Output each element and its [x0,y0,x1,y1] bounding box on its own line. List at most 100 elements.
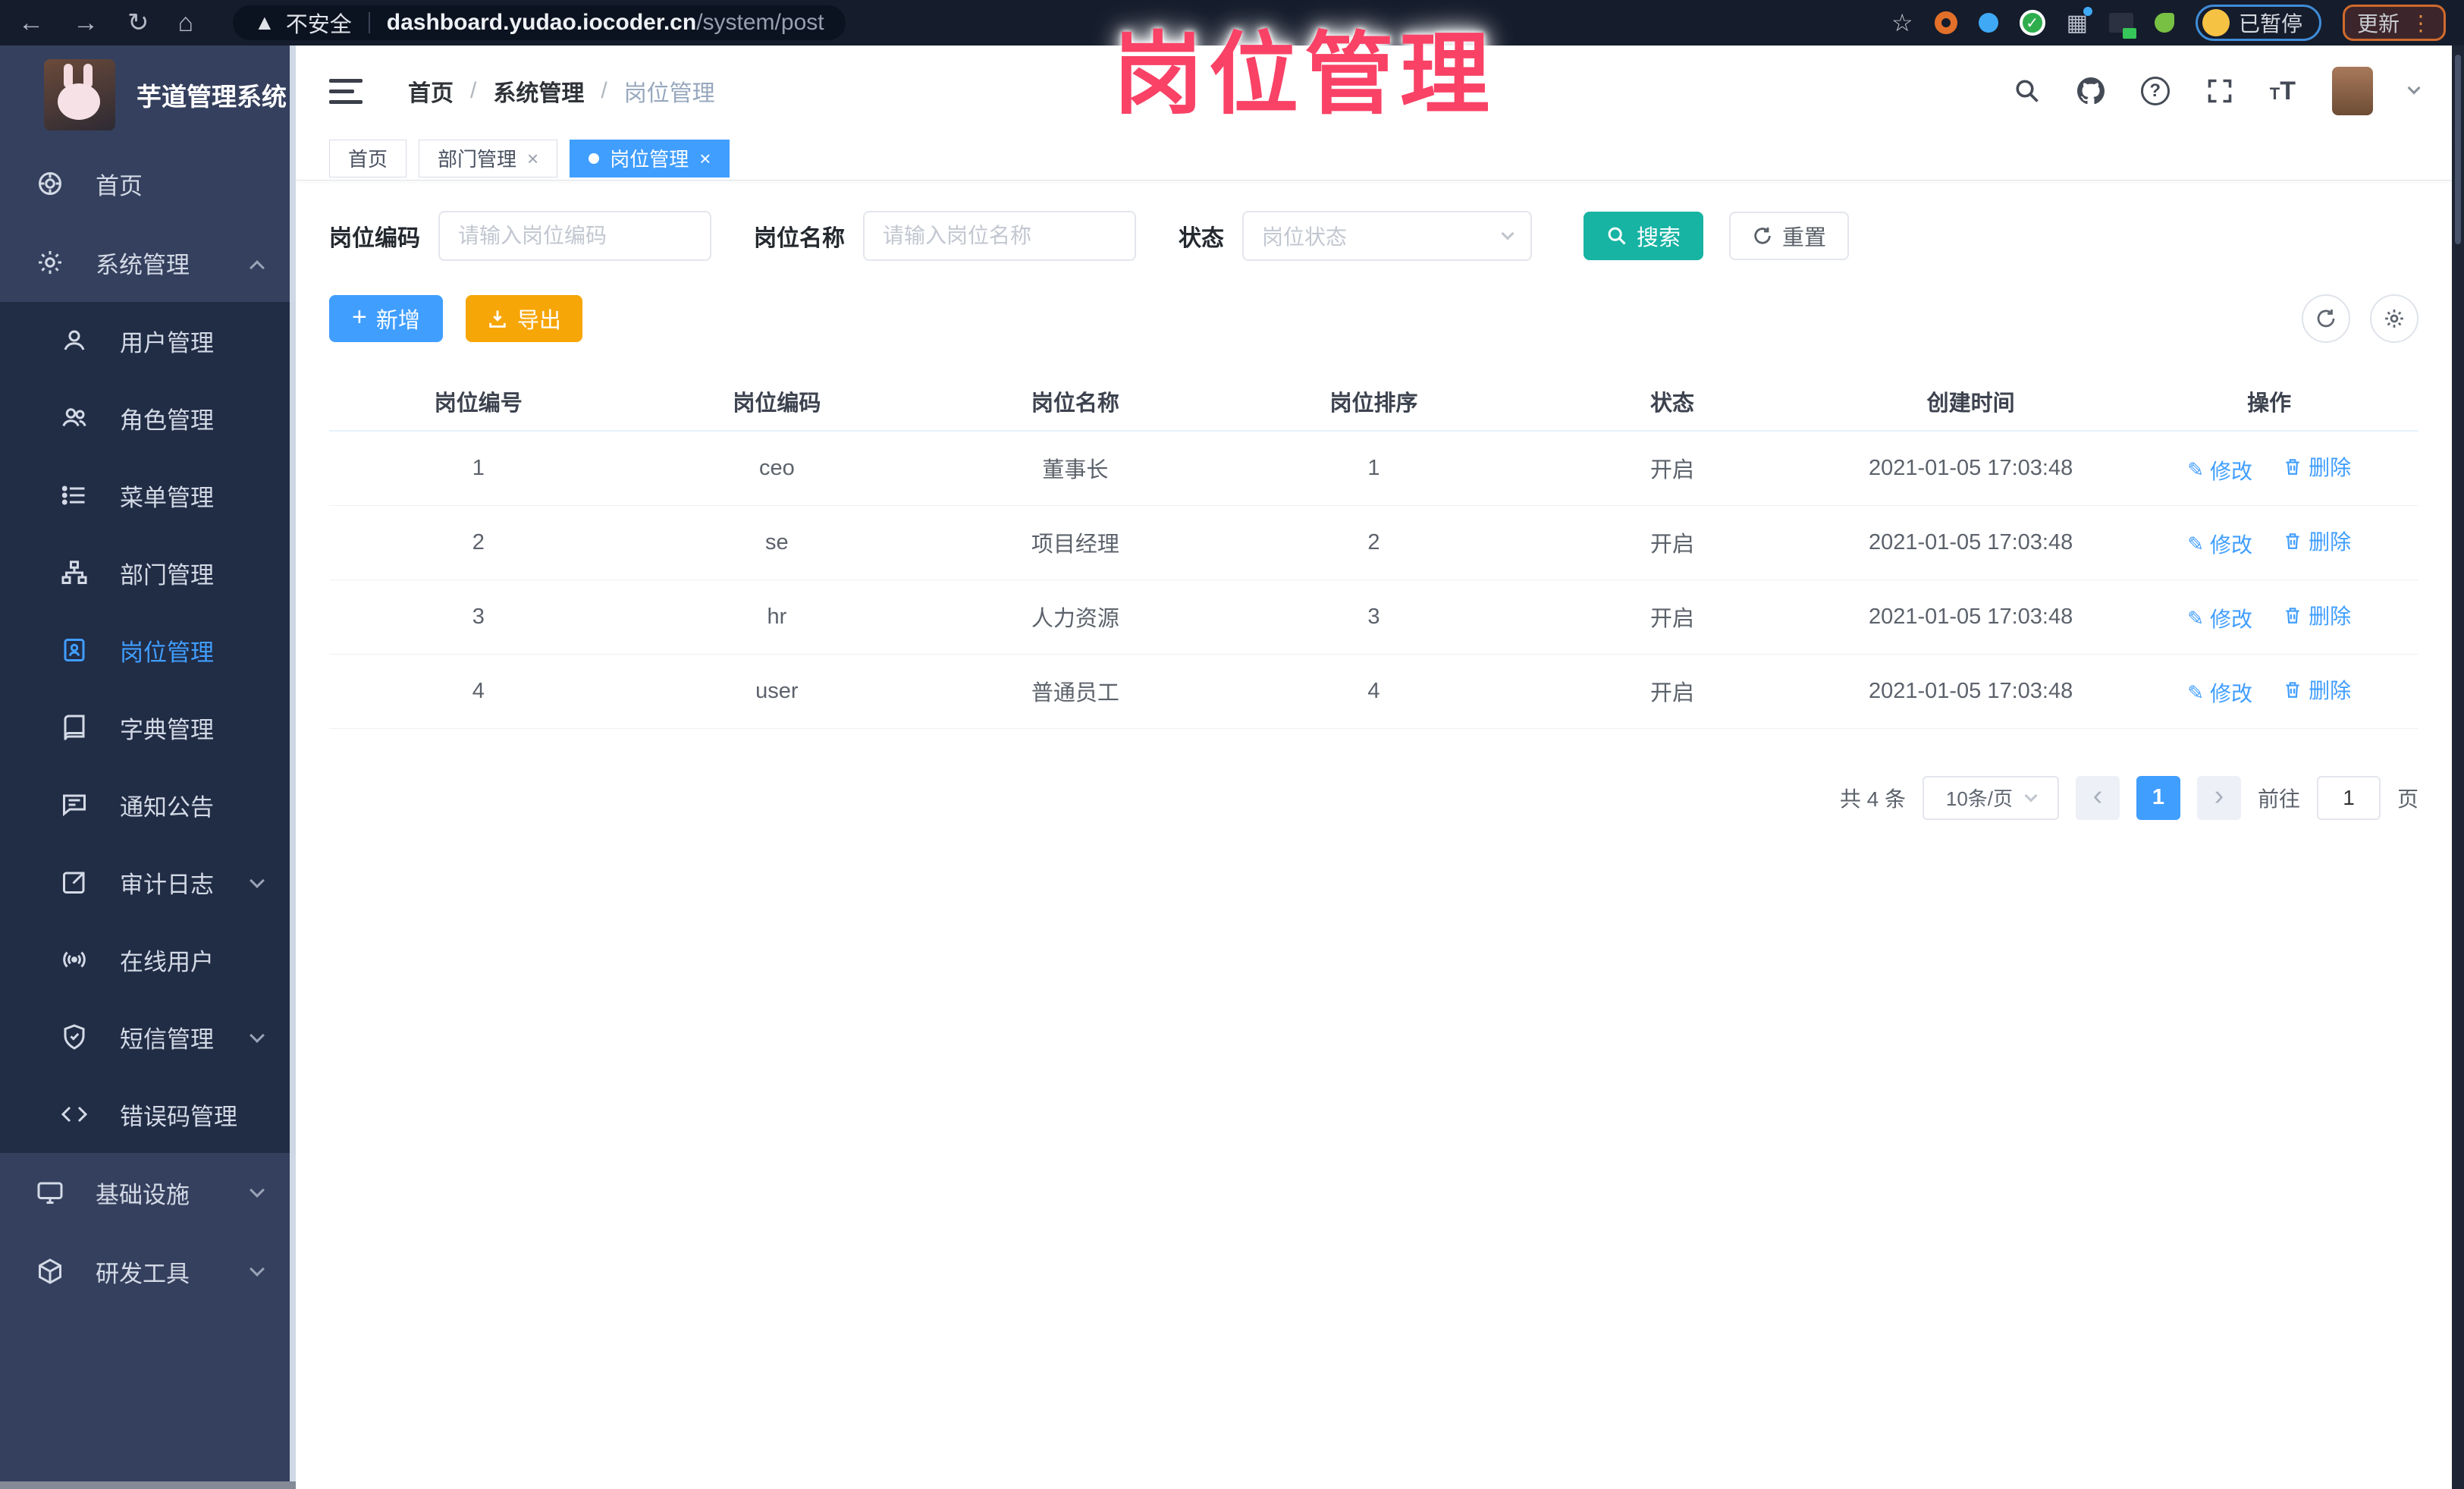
address-bar[interactable]: ▲ 不安全 dashboard.yudao.iocoder.cn /system… [233,5,846,40]
sidebar-item-notices[interactable]: 通知公告 [0,766,296,843]
export-button[interactable]: 导出 [465,295,582,342]
sidebar-item-roles[interactable]: 角色管理 [0,379,296,457]
goto-label: 前往 [2257,787,2300,811]
font-size-icon[interactable]: TT [2270,77,2296,106]
delete-link[interactable]: 删除 [2283,674,2351,705]
chevron-down-icon [250,873,265,888]
delete-label: 删除 [2309,529,2352,554]
trash-icon [2286,533,2299,549]
cell-id: 3 [329,580,628,655]
update-button[interactable]: 更新 ⋮ [2342,5,2446,41]
breadcrumb-system[interactable]: 系统管理 [493,74,584,108]
sidebar-item-depts[interactable]: 部门管理 [0,534,296,611]
github-icon[interactable] [2076,77,2105,105]
avatar-caret-icon[interactable] [2407,81,2421,95]
scrollbar-thumb[interactable] [2455,55,2461,244]
next-page-button[interactable]: › [2196,775,2241,820]
sidebar-item-online-users[interactable]: 在线用户 [0,921,296,998]
page-size-select[interactable]: 10条/页 [1922,775,2059,820]
reset-button[interactable]: 重置 [1729,212,1850,260]
column-settings-button[interactable] [2370,294,2418,343]
sidebar-item-home[interactable]: 首页 [0,144,296,223]
bookmark-star-icon[interactable]: ☆ [1891,8,1913,37]
sidebar-item-label: 研发工具 [96,1260,190,1287]
current-page[interactable]: 1 [2136,775,2180,820]
cell-sort: 4 [1224,654,1524,729]
sidebar-item-users[interactable]: 用户管理 [0,302,296,379]
security-label[interactable]: 不安全 [286,7,352,39]
edit-link[interactable]: ✎ 修改 [2187,455,2252,485]
fullscreen-icon[interactable] [2206,77,2233,105]
table-row[interactable]: 2 se 项目经理 2 开启 2021-01-05 17:03:48 ✎ 修改 删… [329,505,2418,580]
total-count: 共 4 条 [1839,787,1906,811]
extension-leaf-icon[interactable] [2154,13,2174,33]
back-icon[interactable]: ← [18,10,44,36]
profile-paused-chip[interactable]: 已暂停 [2195,5,2321,41]
home-icon[interactable]: ⌂ [178,10,194,36]
chevron-down-icon [250,1183,265,1198]
col-post-name: 岗位名称 [926,372,1225,432]
add-button[interactable]: + 新增 [329,295,443,342]
help-icon[interactable]: ? [2140,77,2170,105]
delete-link[interactable]: 删除 [2283,600,2351,630]
search-button[interactable]: 搜索 [1584,212,1704,260]
post-name-input[interactable] [863,211,1136,261]
refresh-table-button[interactable] [2302,294,2350,343]
avatar[interactable] [2332,67,2373,115]
sidebar-item-sms[interactable]: 短信管理 [0,998,296,1076]
breadcrumb-home[interactable]: 首页 [408,74,454,108]
field-post-code: 岗位编码 [329,211,711,261]
sidebar-item-infrastructure[interactable]: 基础设施 [0,1153,296,1232]
cell-id: 1 [329,431,628,506]
app-logo-row[interactable]: 芋道管理系统 [0,46,296,144]
extension-grid-icon[interactable]: ▦ [2067,6,2092,36]
tab-home[interactable]: 首页 [329,139,407,177]
reload-icon[interactable]: ↻ [127,10,149,36]
browser-menu-icon[interactable]: ⋮ [2410,11,2431,36]
edit-link[interactable]: ✎ 修改 [2187,677,2252,708]
table-row[interactable]: 1 ceo 董事长 1 开启 2021-01-05 17:03:48 ✎ 修改 删… [329,431,2418,506]
post-code-input[interactable] [438,211,711,261]
sidebar-item-menus[interactable]: 菜单管理 [0,457,296,534]
delete-link[interactable]: 删除 [2283,451,2351,482]
extension-drop-icon[interactable] [1978,13,1998,33]
sidebar-item-dicts[interactable]: 字典管理 [0,689,296,766]
active-dot [589,152,600,164]
hamburger-icon[interactable] [329,78,363,104]
extension-check-icon[interactable]: ✓ [2019,10,2045,36]
status-select[interactable]: 岗位状态 [1242,211,1532,261]
sidebar-item-system[interactable]: 系统管理 [0,223,296,302]
sidebar-item-label: 审计日志 [120,871,214,898]
cell-status: 开启 [1523,505,1822,580]
close-icon[interactable]: × [527,149,538,168]
prev-page-button[interactable]: ‹ [2075,775,2120,820]
cell-code: ceo [627,431,927,506]
forward-icon[interactable]: → [73,10,99,36]
goto-page-input[interactable] [2316,775,2381,820]
sidebar-item-posts[interactable]: 岗位管理 [0,611,296,689]
tab-posts[interactable]: 岗位管理 × [570,139,730,177]
cell-status: 开启 [1523,431,1822,506]
sidebar-item-label: 用户管理 [120,329,214,357]
window-bottom-strip [0,1481,296,1489]
extension-ring-icon[interactable] [1934,11,1957,34]
sidebar-item-auditlog[interactable]: 审计日志 [0,843,296,921]
delete-link[interactable]: 删除 [2283,526,2351,556]
sidebar-item-errorcodes[interactable]: 错误码管理 [0,1076,296,1153]
table-row[interactable]: 4 user 普通员工 4 开启 2021-01-05 17:03:48 ✎ 修改… [329,654,2418,729]
cell-name: 董事长 [926,431,1225,506]
breadcrumb-current: 岗位管理 [623,81,715,106]
plus-icon: + [352,303,367,331]
delete-label: 删除 [2309,456,2352,479]
table-row[interactable]: 3 hr 人力资源 3 开启 2021-01-05 17:03:48 ✎ 修改 删… [329,580,2418,655]
edit-link[interactable]: ✎ 修改 [2187,603,2252,633]
window-scrollbar[interactable] [2452,46,2464,1489]
pencil-icon: ✎ [2187,458,2205,481]
extension-dev-icon[interactable] [2108,13,2136,39]
sidebar-item-devtools[interactable]: 研发工具 [0,1232,296,1311]
search-icon[interactable] [2014,77,2041,105]
close-icon[interactable]: × [699,149,711,168]
page-size-value: 10条/页 [1945,787,2014,810]
edit-link[interactable]: ✎ 修改 [2187,529,2252,559]
tab-depts[interactable]: 部门管理 × [419,139,558,177]
